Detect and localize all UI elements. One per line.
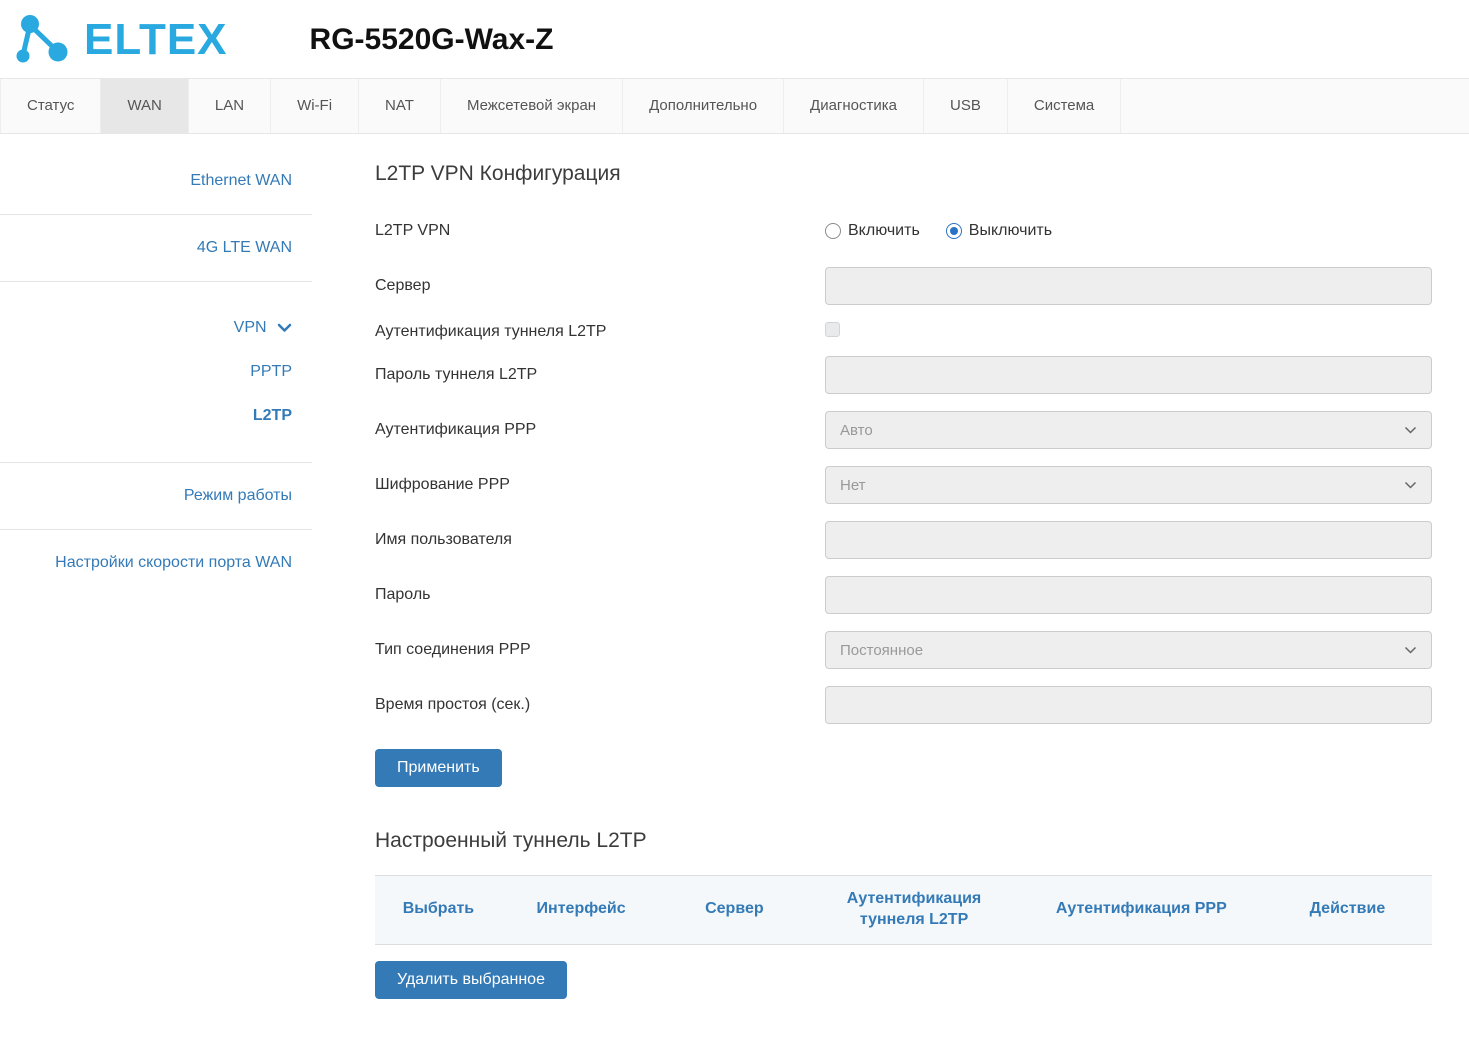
tunnel-auth-checkbox[interactable]	[825, 322, 840, 337]
ppp-encryption-select[interactable]: Нет	[825, 466, 1432, 504]
form-row-ppp-connection-type: Тип соединения PPP Постоянное	[375, 631, 1432, 669]
form-row-ppp-auth: Аутентификация PPP Авто	[375, 411, 1432, 449]
ppp-encryption-selected-value: Нет	[840, 477, 866, 494]
apply-button[interactable]: Применить	[375, 749, 502, 787]
column-header-select: Выбрать	[375, 876, 502, 944]
sidebar-item-wan-port-speed[interactable]: Настройки скорости порта WAN	[20, 554, 292, 572]
nav-tab-wifi[interactable]: Wi-Fi	[271, 79, 359, 133]
eltex-logo: ELTEX	[14, 14, 228, 66]
ppp-auth-select[interactable]: Авто	[825, 411, 1432, 449]
server-input[interactable]	[825, 267, 1432, 305]
app-header: ELTEX RG-5520G-Wax-Z	[0, 0, 1469, 78]
ppp-auth-selected-value: Авто	[840, 422, 873, 439]
tunnel-password-label: Пароль туннеля L2TP	[375, 366, 825, 384]
delete-selected-button[interactable]: Удалить выбранное	[375, 961, 567, 999]
radio-option-enable[interactable]: Включить	[825, 222, 920, 240]
l2tp-vpn-label: L2TP VPN	[375, 222, 825, 240]
sidebar-group-mode: Режим работы	[0, 463, 312, 530]
ppp-auth-label: Аутентификация PPP	[375, 421, 825, 439]
chevron-down-icon	[1404, 646, 1417, 655]
form-row-tunnel-auth: Аутентификация туннеля L2TP	[375, 322, 1432, 342]
content-area: Ethernet WAN 4G LTE WAN VPN PPTP L2TP Ре…	[0, 134, 1469, 1039]
nav-tab-diagnostics[interactable]: Диагностика	[784, 79, 924, 133]
ppp-connection-type-label: Тип соединения PPP	[375, 641, 825, 659]
column-header-server: Сервер	[660, 876, 808, 944]
l2tp-vpn-radio-group: Включить Выключить	[825, 222, 1432, 240]
tunnel-auth-label: Аутентификация туннеля L2TP	[375, 323, 825, 341]
column-header-interface: Интерфейс	[502, 876, 661, 944]
server-label: Сервер	[375, 277, 825, 295]
form-row-tunnel-password: Пароль туннеля L2TP	[375, 356, 1432, 394]
username-label: Имя пользователя	[375, 531, 825, 549]
sidebar-item-vpn-label: VPN	[234, 319, 267, 336]
sidebar-item-ethernet-wan[interactable]: Ethernet WAN	[20, 172, 292, 190]
brand-name: ELTEX	[84, 18, 228, 62]
idle-time-label: Время простоя (сек.)	[375, 696, 825, 714]
username-input[interactable]	[825, 521, 1432, 559]
form-row-server: Сервер	[375, 267, 1432, 305]
sidebar-group-port-speed: Настройки скорости порта WAN	[0, 530, 312, 596]
sidebar-group-lte: 4G LTE WAN	[0, 215, 312, 282]
form-row-ppp-encryption: Шифрование PPP Нет	[375, 466, 1432, 504]
nav-tab-status[interactable]: Статус	[0, 79, 101, 133]
nav-tab-system[interactable]: Система	[1008, 79, 1121, 133]
column-header-tunnel-auth: Аутентификация туннеля L2TP	[808, 876, 1019, 944]
chevron-down-icon	[277, 323, 292, 333]
chevron-down-icon	[1404, 426, 1417, 435]
radio-enable-icon[interactable]	[825, 223, 841, 239]
tunnels-section-title: Настроенный туннель L2TP	[375, 829, 1432, 853]
radio-disable-label: Выключить	[969, 222, 1052, 240]
radio-option-disable[interactable]: Выключить	[946, 222, 1052, 240]
form-row-username: Имя пользователя	[375, 521, 1432, 559]
tunnel-password-input[interactable]	[825, 356, 1432, 394]
column-header-action: Действие	[1263, 876, 1432, 944]
form-row-idle-time: Время простоя (сек.)	[375, 686, 1432, 724]
nav-tab-nat[interactable]: NAT	[359, 79, 441, 133]
ppp-connection-type-selected-value: Постоянное	[840, 642, 923, 659]
sidebar: Ethernet WAN 4G LTE WAN VPN PPTP L2TP Ре…	[0, 134, 312, 596]
eltex-logo-icon	[14, 14, 76, 66]
form-row-password: Пароль	[375, 576, 1432, 614]
top-navigation: Статус WAN LAN Wi-Fi NAT Межсетевой экра…	[0, 78, 1469, 134]
password-label: Пароль	[375, 586, 825, 604]
nav-tab-usb[interactable]: USB	[924, 79, 1008, 133]
sidebar-item-vpn[interactable]: VPN	[20, 306, 292, 350]
password-input[interactable]	[825, 576, 1432, 614]
idle-time-input[interactable]	[825, 686, 1432, 724]
form-row-l2tp-vpn: L2TP VPN Включить Выключить	[375, 212, 1432, 250]
nav-tab-wan[interactable]: WAN	[101, 79, 188, 133]
ppp-encryption-label: Шифрование PPP	[375, 476, 825, 494]
sidebar-item-pptp[interactable]: PPTP	[20, 350, 292, 394]
column-header-ppp-auth: Аутентификация PPP	[1020, 876, 1263, 944]
sidebar-item-4g-lte-wan[interactable]: 4G LTE WAN	[20, 239, 292, 257]
radio-disable-icon[interactable]	[946, 223, 962, 239]
sidebar-group-vpn: VPN PPTP L2TP	[0, 282, 312, 463]
radio-enable-label: Включить	[848, 222, 920, 240]
nav-tab-advanced[interactable]: Дополнительно	[623, 79, 784, 133]
sidebar-group-ethernet: Ethernet WAN	[0, 148, 312, 215]
tunnels-table-header: Выбрать Интерфейс Сервер Аутентификация …	[375, 875, 1432, 945]
device-title: RG-5520G-Wax-Z	[310, 23, 554, 57]
nav-tab-firewall[interactable]: Межсетевой экран	[441, 79, 623, 133]
sidebar-item-work-mode[interactable]: Режим работы	[20, 487, 292, 505]
ppp-connection-type-select[interactable]: Постоянное	[825, 631, 1432, 669]
main-panel: L2TP VPN Конфигурация L2TP VPN Включить …	[312, 134, 1469, 1039]
sidebar-item-l2tp[interactable]: L2TP	[20, 394, 292, 438]
nav-tab-lan[interactable]: LAN	[189, 79, 271, 133]
page-section-title: L2TP VPN Конфигурация	[375, 162, 1432, 186]
chevron-down-icon	[1404, 481, 1417, 490]
